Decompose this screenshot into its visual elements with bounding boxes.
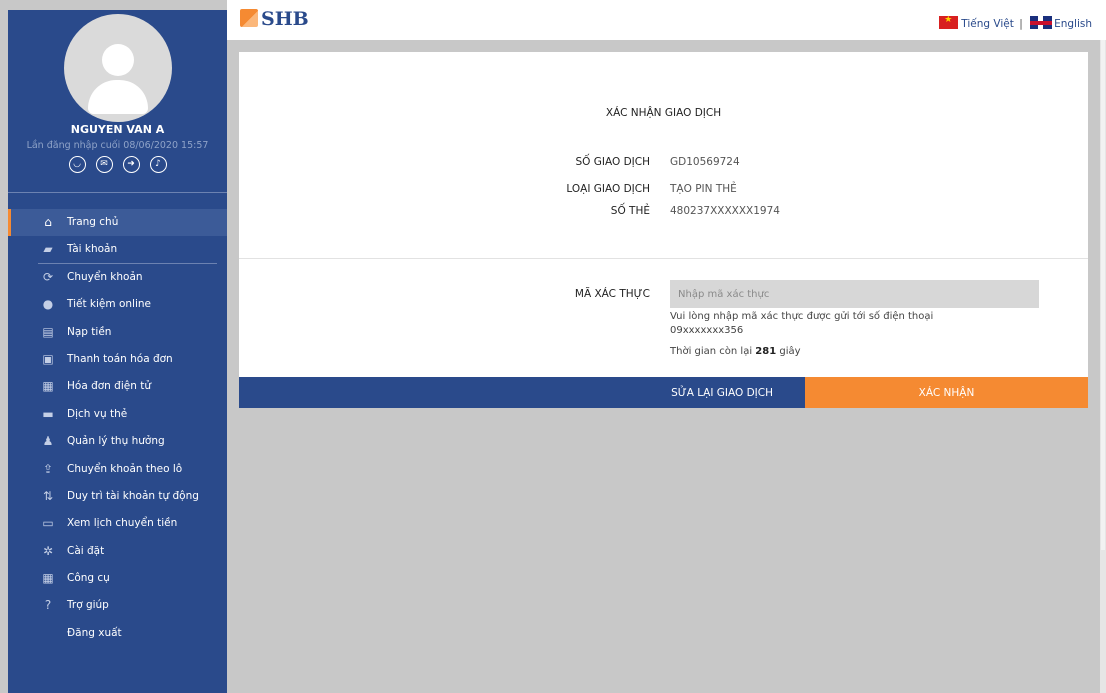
quick-actions: ◡ ✉ ➜ ♪ — [8, 156, 227, 173]
sidebar-item-label: Duy trì tài khoản tự động — [67, 489, 199, 502]
card-icon: ▬ — [42, 406, 54, 421]
calculator-icon: ▦ — [42, 571, 54, 586]
shb-logo-icon — [240, 9, 258, 27]
sidebar-item-account[interactable]: ▰ Tài khoản — [8, 236, 227, 265]
gear-icon: ✲ — [42, 543, 54, 558]
beneficiary-icon: ♟ — [42, 434, 54, 449]
sidebar-item-transfer[interactable]: ⟳ Chuyển khoản — [8, 264, 227, 291]
field-label: LOẠI GIAO DỊCH — [566, 183, 650, 195]
sidebar-item-label: Nạp tiền — [67, 325, 112, 338]
sidebar-item-card-service[interactable]: ▬ Dịch vụ thẻ — [8, 401, 227, 428]
sidebar-divider — [8, 192, 227, 193]
logo-text: SHB — [261, 8, 309, 30]
avatar-body — [88, 80, 148, 114]
otp-note: Vui lòng nhập mã xác thực được gửi tới s… — [670, 311, 934, 336]
sidebar-item-help[interactable]: ? Trợ giúp — [8, 592, 227, 619]
sidebar-item-auto-maintain[interactable]: ⇅ Duy trì tài khoản tự động — [8, 483, 227, 510]
vietnam-flag-icon[interactable] — [939, 15, 959, 29]
field-value: TẠO PIN THẺ — [670, 183, 737, 195]
sidebar-item-label: Hóa đơn điện tử — [67, 380, 151, 393]
sidebar-item-label: Tiết kiệm online — [67, 298, 151, 311]
sidebar-item-label: Trợ giúp — [67, 599, 109, 612]
logout-icon[interactable]: ➜ — [122, 156, 140, 173]
avatar[interactable] — [64, 14, 172, 122]
sidebar-item-beneficiary[interactable]: ♟ Quản lý thụ hưởng — [8, 428, 227, 455]
sidebar-item-savings[interactable]: ● Tiết kiệm online — [8, 291, 227, 318]
piggy-bank-icon: ● — [42, 297, 54, 312]
sidebar-item-batch-transfer[interactable]: ⇪ Chuyển khoản theo lô — [8, 456, 227, 483]
sidebar-item-settings[interactable]: ✲ Cài đặt — [8, 538, 227, 565]
language-switcher: Tiếng Việt | English — [939, 15, 1092, 30]
avatar-head — [102, 44, 134, 76]
topup-icon: ▤ — [42, 324, 54, 339]
shb-logo[interactable]: SHB — [240, 8, 309, 30]
action-buttons: SỬA LẠI GIAO DỊCH XÁC NHẬN — [239, 377, 1088, 408]
sidebar-item-transfer-schedule[interactable]: ▭ Xem lịch chuyển tiền — [8, 510, 227, 537]
timer-prefix: Thời gian còn lại — [670, 346, 753, 357]
sidebar-item-label: Quản lý thụ hưởng — [67, 435, 165, 448]
bill-icon: ▣ — [42, 351, 54, 366]
top-bar: SHB Tiếng Việt | English — [227, 0, 1106, 40]
user-name: NGUYEN VAN A — [70, 123, 165, 136]
lang-separator: | — [1019, 18, 1023, 30]
auto-sort-icon: ⇅ — [42, 488, 54, 503]
confirmation-panel: XÁC NHẬN GIAO DỊCH SỐ GIAO DỊCH GD105697… — [239, 52, 1088, 408]
uk-flag-icon[interactable] — [1030, 16, 1053, 29]
sidebar-item-label: Dịch vụ thẻ — [67, 407, 128, 420]
calendar-icon: ▭ — [42, 516, 54, 531]
wallet-icon: ▰ — [43, 242, 53, 257]
sidebar-item-label: Thanh toán hóa đơn — [67, 352, 173, 365]
mail-icon[interactable]: ✉ — [95, 156, 113, 173]
sidebar-item-label: Tài khoản — [67, 243, 118, 256]
field-value: GD10569724 — [670, 156, 740, 168]
user-circle-icon[interactable]: ◡ — [68, 156, 86, 173]
panel-divider — [239, 258, 1088, 259]
page-scrollbar[interactable] — [1100, 40, 1106, 693]
lang-english[interactable]: English — [1054, 18, 1092, 30]
otp-input[interactable] — [670, 280, 1039, 308]
last-login: Lần đăng nhập cuối 08/06/2020 15:57 — [26, 140, 209, 151]
confirm-button[interactable]: XÁC NHẬN — [805, 377, 1088, 408]
lang-vietnamese[interactable]: Tiếng Việt — [961, 18, 1014, 30]
field-label: SỐ GIAO DỊCH — [575, 156, 650, 168]
help-icon: ? — [44, 598, 52, 613]
sidebar-item-label: Công cụ — [67, 572, 110, 585]
sidebar-item-label: Cài đặt — [67, 544, 105, 557]
sidebar-item-topup[interactable]: ▤ Nạp tiền — [8, 319, 227, 346]
edit-transaction-button[interactable]: SỬA LẠI GIAO DỊCH — [239, 377, 805, 408]
transfer-icon: ⟳ — [42, 269, 54, 284]
otp-timer: Thời gian còn lại 281 giây — [670, 346, 801, 357]
home-icon: ⌂ — [44, 215, 52, 229]
sidebar-item-e-invoice[interactable]: ▦ Hóa đơn điện tử — [8, 373, 227, 400]
sidebar-item-label: Chuyển khoản — [67, 270, 143, 283]
panel-title: XÁC NHẬN GIAO DỊCH — [605, 107, 722, 119]
sidebar-menu: ⌂ Trang chủ ▰ Tài khoản ⟳ Chuyển khoản ● Tiế… — [8, 209, 227, 647]
sidebar-item-label: Xem lịch chuyển tiền — [67, 517, 178, 530]
sidebar-item-home[interactable]: ⌂ Trang chủ — [8, 209, 227, 237]
sidebar-item-label: Trang chủ — [67, 216, 119, 228]
field-label: SỐ THẺ — [610, 205, 650, 217]
sidebar: NGUYEN VAN A Lần đăng nhập cuối 08/06/20… — [8, 10, 227, 693]
field-value: 480237XXXXXX1974 — [670, 205, 780, 217]
sidebar-item-label: Chuyển khoản theo lô — [67, 462, 183, 475]
e-invoice-icon: ▦ — [42, 379, 54, 394]
timer-value: 281 — [755, 346, 777, 357]
timer-suffix: giây — [779, 346, 801, 357]
otp-label: MÃ XÁC THỰC — [574, 288, 650, 300]
batch-upload-icon: ⇪ — [42, 461, 54, 476]
sidebar-item-label: Đăng xuất — [67, 626, 122, 639]
sidebar-item-tools[interactable]: ▦ Công cụ — [8, 565, 227, 592]
sidebar-item-bill-payment[interactable]: ▣ Thanh toán hóa đơn — [8, 346, 227, 373]
sidebar-item-logout[interactable]: Đăng xuất — [8, 620, 227, 647]
scrollbar-thumb[interactable] — [1101, 40, 1105, 550]
bell-icon[interactable]: ♪ — [149, 156, 167, 173]
